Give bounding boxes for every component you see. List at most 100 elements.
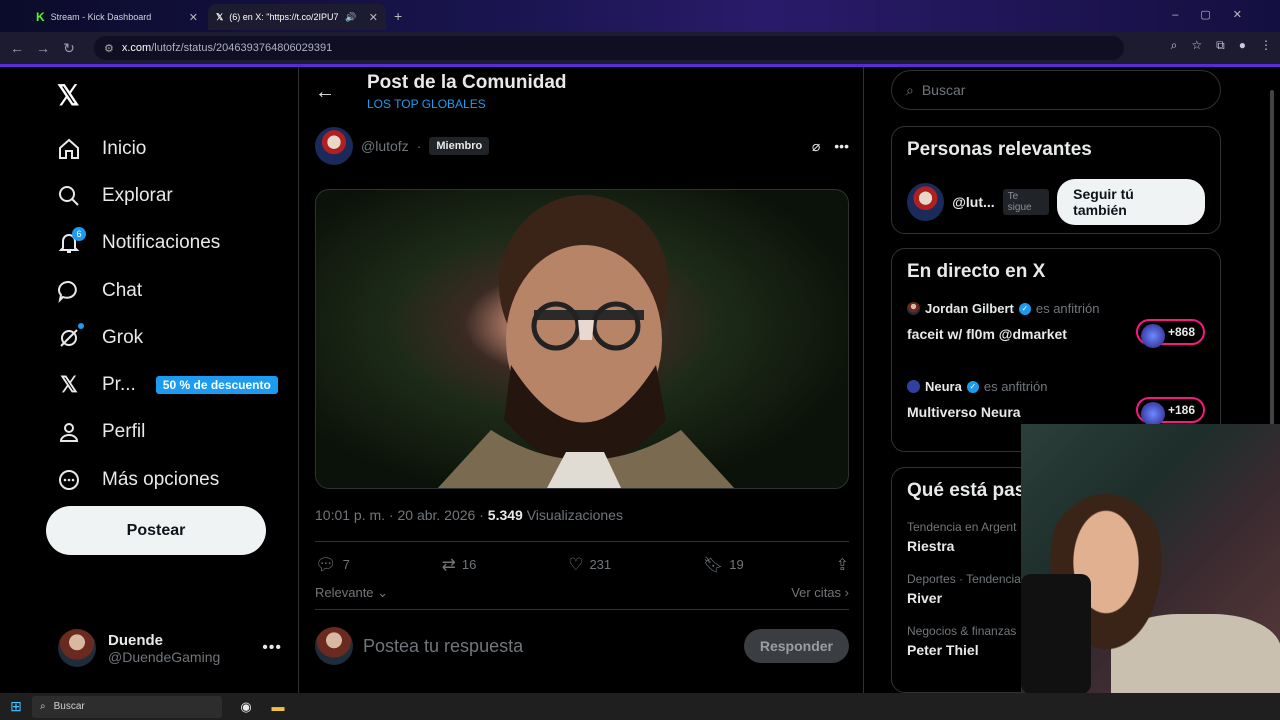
like-action[interactable]: ♡ 231 (568, 555, 611, 575)
new-tab-icon[interactable]: + (394, 8, 402, 24)
close-tab-icon[interactable]: ✕ (189, 11, 198, 24)
nav-label: Más opciones (102, 468, 220, 490)
chevron-down-icon: ⌄ (373, 585, 389, 600)
nav-item-explore[interactable]: Explorar (56, 172, 278, 219)
bell-icon: 6 (56, 227, 86, 256)
listener-count: +868 (1135, 319, 1205, 348)
url-field[interactable]: ⚙ x.com/lutofz/status/204639376480602939… (94, 36, 1124, 60)
listener-count: +186 (1135, 397, 1205, 426)
relevant-people-card: Personas relevantes @lut... Te sigue Seg… (891, 126, 1221, 234)
search-icon: ⌕ (906, 81, 914, 98)
community-link[interactable]: LOS TOP GLOBALES (367, 97, 486, 111)
views-label: Visualizaciones (526, 507, 623, 523)
home-icon (56, 136, 82, 162)
nav-item-chat[interactable]: Chat (56, 267, 278, 314)
page-title: Post de la Comunidad (367, 72, 567, 93)
microphone (1021, 574, 1091, 694)
back-arrow-icon[interactable]: ← (315, 81, 335, 104)
reply-sort-bar: Relevante ⌄ Ver citas › (315, 585, 849, 610)
nav-item-premium[interactable]: 𝕏 Pr... 50 % de descuento (56, 361, 278, 408)
back-icon[interactable]: ← (4, 40, 30, 56)
browser-tabbar: K Stream - Kick Dashboard ✕ 𝕏 (6) en X: … (0, 0, 1280, 32)
extensions-icon[interactable]: ⧉ (1216, 38, 1225, 53)
grok-icon (56, 322, 84, 351)
x-icon: 𝕏 (216, 11, 224, 22)
author-avatar[interactable] (315, 127, 353, 165)
avatar (907, 183, 945, 221)
quotes-link[interactable]: Ver citas › (791, 585, 849, 601)
star-icon[interactable]: ☆ (1191, 38, 1202, 53)
sort-dropdown[interactable]: Relevante ⌄ (315, 585, 388, 601)
reload-icon[interactable]: ↻ (56, 40, 82, 57)
share-action[interactable]: ⇪ (836, 555, 849, 575)
account-switcher[interactable]: Duende @DuendeGaming ••• (58, 629, 282, 667)
windows-start-icon[interactable]: ⊞ (0, 698, 32, 715)
windows-taskbar: ⊞ ⌕ Buscar ◉ ▬ (0, 693, 1280, 720)
nav-item-notifications[interactable]: 6 Notificaciones (56, 220, 278, 267)
premium-discount-badge: 50 % de descuento (155, 376, 278, 395)
post-meta: 10:01 p. m. · 20 abr. 2026 · 5.349 Visua… (315, 507, 623, 523)
chrome-icon[interactable]: ◉ (230, 699, 262, 715)
repost-icon: ⇄ (441, 554, 456, 574)
handle-separator: · (416, 138, 422, 154)
repost-action[interactable]: ⇄ 16 (442, 555, 477, 575)
forward-icon[interactable]: → (30, 40, 56, 56)
close-tab-icon[interactable]: ✕ (369, 11, 378, 24)
search-icon: ⌕ (40, 701, 46, 712)
x-logo-icon[interactable]: 𝕏 (57, 79, 80, 112)
tab-kick-dashboard[interactable]: K Stream - Kick Dashboard ✕ (28, 4, 206, 30)
card-title: Personas relevantes (907, 139, 1092, 160)
reply-action[interactable]: 💬︎ 7 (315, 555, 350, 575)
person-icon (56, 419, 82, 445)
x-premium-icon: 𝕏 (60, 372, 78, 398)
nav-item-grok[interactable]: Grok (56, 314, 278, 361)
follow-back-button[interactable]: Seguir tú también (1057, 179, 1206, 225)
host-name: Neura (925, 379, 962, 394)
quotes-label: Ver citas (791, 585, 842, 600)
host-name: Jordan Gilbert (925, 301, 1014, 316)
post-timestamp[interactable]: 10:01 p. m. · 20 abr. 2026 · (315, 507, 484, 523)
reply-button[interactable]: Responder (743, 629, 849, 663)
menu-icon[interactable]: ⋮ (1260, 38, 1272, 53)
card-title: En directo en X (907, 261, 1046, 282)
reply-input[interactable]: Postea tu respuesta (363, 636, 523, 657)
bookmark-count: 19 (729, 557, 744, 572)
window-controls[interactable]: –▢✕ (1172, 8, 1264, 21)
more-icon[interactable]: ••• (834, 138, 849, 155)
bookmark-action[interactable]: 🔖︎ 19 (703, 555, 744, 575)
tab-label: (6) en X: "https://t.co/2IPU7k (229, 12, 340, 22)
chat-icon (56, 278, 82, 304)
nav-item-home[interactable]: Inicio (56, 125, 278, 172)
nav-label: Explorar (102, 184, 173, 206)
nav-item-profile[interactable]: Perfil (56, 409, 278, 456)
speaker-icon[interactable]: 🔊 (345, 12, 356, 23)
more-icon[interactable]: ••• (262, 639, 282, 657)
post-author: @lutofz · Miembro ⌀ ••• (315, 127, 849, 165)
search-input[interactable]: ⌕ Buscar (891, 70, 1221, 110)
live-item[interactable]: Jordan Gilbert ✓ es anfitrión faceit w/ fl… (907, 301, 1205, 377)
reply-icon: 💬︎ (315, 554, 337, 574)
taskbar-search[interactable]: ⌕ Buscar (32, 695, 222, 718)
post-button[interactable]: Postear (46, 506, 266, 555)
grok-icon[interactable]: ⌀ (812, 138, 820, 155)
profile-icon[interactable]: ● (1239, 38, 1246, 53)
author-handle[interactable]: @lutofz (361, 138, 409, 154)
post-actions: 💬︎ 7 ⇄ 16 ♡ 231 🔖︎ 19 ⇪ (315, 541, 849, 587)
host-avatar (907, 302, 920, 315)
relevant-person[interactable]: @lut... Te sigue Seguir tú también (907, 179, 1206, 225)
file-explorer-icon[interactable]: ▬ (262, 699, 294, 714)
verified-icon: ✓ (1018, 302, 1031, 315)
tab-x-post[interactable]: 𝕏 (6) en X: "https://t.co/2IPU7k 🔊 ✕ (208, 4, 386, 30)
nav-item-more[interactable]: Más opciones (56, 456, 278, 503)
post-video[interactable] (315, 189, 849, 489)
verified-icon: ✓ (966, 380, 979, 393)
webcam-overlay (1021, 424, 1280, 694)
host-role: es anfitrión (983, 379, 1048, 394)
nav-label: Pr... (102, 374, 136, 396)
avatar (58, 629, 96, 667)
zoom-icon[interactable]: ⌕ (1171, 38, 1178, 53)
main-nav: Inicio Explorar 6 Notificaciones Chat Gr… (56, 125, 278, 503)
follows-you-badge: Te sigue (1002, 189, 1050, 215)
share-icon: ⇪ (835, 556, 849, 574)
site-info-icon[interactable]: ⚙ (104, 42, 114, 55)
